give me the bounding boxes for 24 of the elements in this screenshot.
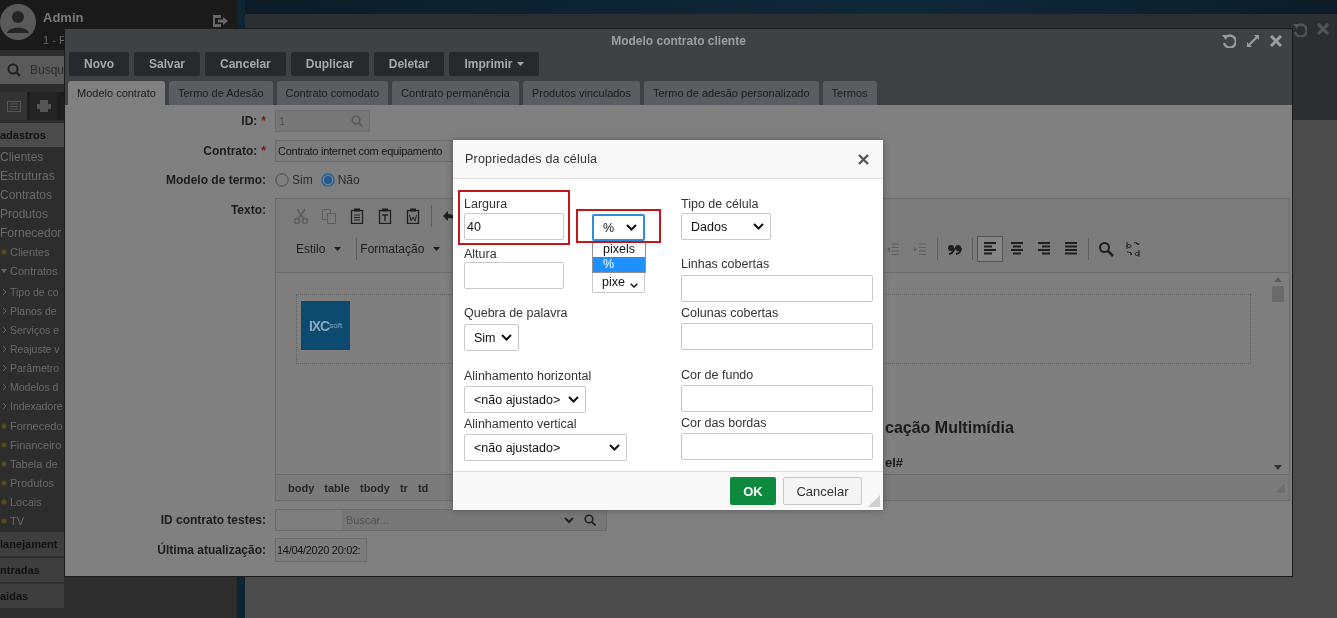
field-label: Última atualização: <box>157 543 266 557</box>
field-label: Colunas cobertas <box>681 306 779 321</box>
field-label: Cor de fundo <box>681 368 754 383</box>
field-label: Tipo de célula <box>681 197 759 212</box>
field-label: Largura <box>464 197 508 212</box>
window-title: Modelo contrato cliente <box>610 33 747 48</box>
field-label: Linhas cobertas <box>681 257 770 272</box>
field-label: Quebra de palavra <box>464 306 568 321</box>
required-mark: * <box>261 114 266 128</box>
user-name: Admin <box>43 10 85 25</box>
field-label: Altura <box>464 247 497 262</box>
field-label: Alinhamento vertical <box>464 417 577 432</box>
field-label: Texto: <box>230 203 266 217</box>
field-label: Alinhamento horizontal <box>464 369 592 384</box>
date-field: 14/04/2020 20:02: <box>275 538 367 562</box>
field-label: Modelo de termo: <box>166 173 266 187</box>
field-label: Cor das bordas <box>681 416 767 431</box>
field-label: ID: <box>241 114 258 128</box>
document-heading: cação Multimídia <box>885 419 1015 437</box>
document-text: el# <box>885 455 905 470</box>
field-label: ID contrato testes: <box>160 513 266 527</box>
required-mark: * <box>261 144 266 158</box>
dialog-title: Propriedades da célula <box>465 152 599 166</box>
field-label: Contrato: <box>203 144 258 158</box>
